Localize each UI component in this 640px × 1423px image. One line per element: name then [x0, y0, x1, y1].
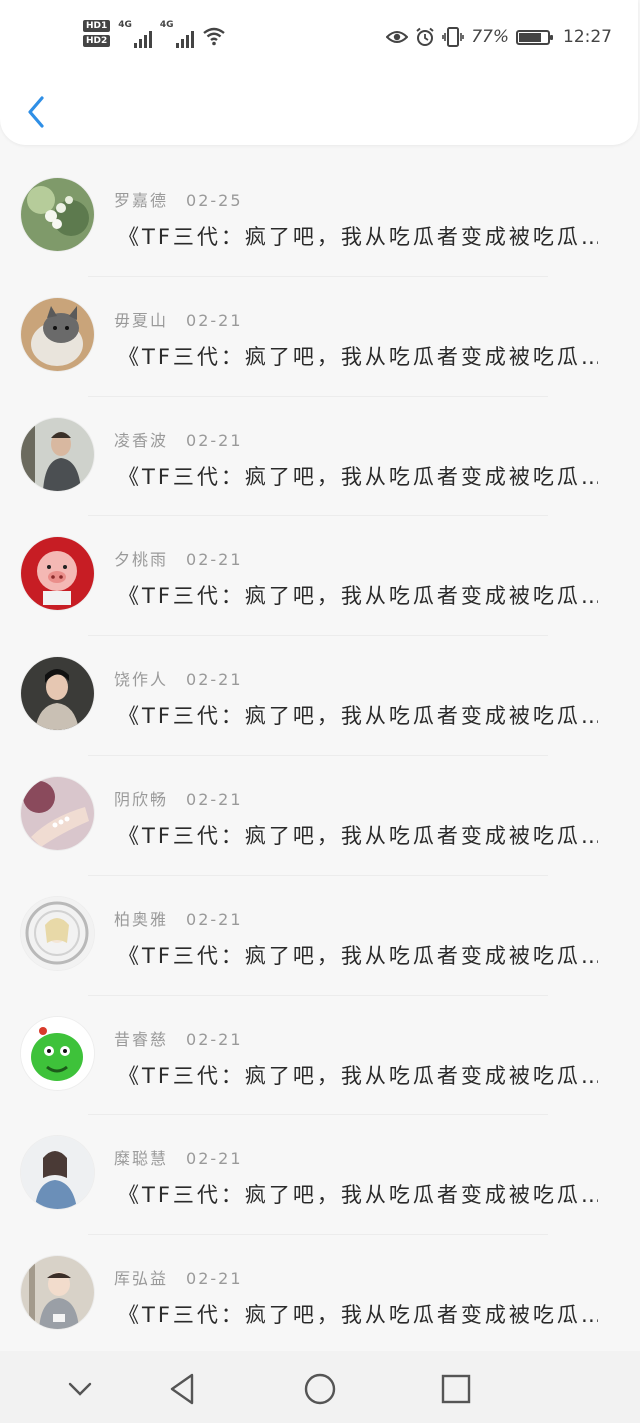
item-meta: 昔睿慈 02-21: [114, 1026, 243, 1050]
item-date: 02-21: [186, 1029, 243, 1049]
list-item[interactable]: 厍弘益 02-21 《TF三代：疯了吧，我从吃瓜者变成被吃瓜…: [0, 1235, 640, 1355]
sim2-bars-icon: [175, 28, 194, 48]
item-date: 02-25: [186, 191, 243, 210]
item-date: 02-21: [186, 310, 243, 330]
message-preview: 《TF三代：疯了吧，我从吃瓜者变成被吃瓜…: [118, 823, 598, 848]
list-item[interactable]: 阴欣畅 02-21 《TF三代：疯了吧，我从吃瓜者变成被吃瓜…: [0, 756, 640, 876]
hd1-badge: HD1: [83, 20, 111, 32]
message-preview: 《TF三代：疯了吧，我从吃瓜者变成被吃瓜…: [118, 464, 598, 489]
nav-down-icon[interactable]: [60, 1369, 100, 1409]
back-chevron-icon[interactable]: [22, 92, 52, 132]
system-nav-bar: [0, 1351, 640, 1423]
item-meta: 罗嘉德 02-25: [114, 187, 243, 211]
avatar[interactable]: [21, 1256, 94, 1330]
avatar[interactable]: [21, 417, 94, 491]
item-date: 02-21: [186, 909, 243, 929]
alarm-icon: [416, 27, 434, 46]
item-meta: 阴欣畅 02-21: [114, 786, 243, 810]
nav-back-icon[interactable]: [164, 1369, 204, 1409]
list-item[interactable]: 昔睿慈 02-21 《TF三代：疯了吧，我从吃瓜者变成被吃瓜…: [0, 996, 640, 1116]
user-name: 凌香波: [114, 430, 169, 450]
message-preview: 《TF三代：疯了吧，我从吃瓜者变成被吃瓜…: [118, 1063, 598, 1088]
item-date: 02-21: [186, 670, 243, 690]
item-date: 02-21: [186, 550, 243, 570]
sim2-network-label: 4G: [159, 20, 174, 30]
wifi-icon: [202, 27, 225, 46]
eye-icon: [386, 31, 409, 43]
message-preview: 《TF三代：疯了吧，我从吃瓜者变成被吃瓜…: [118, 1183, 598, 1208]
message-list: 罗嘉德 02-25 《TF三代：疯了吧，我从吃瓜者变成被吃瓜… 毋夏山 02-21 《TF…: [0, 157, 640, 1355]
avatar[interactable]: [21, 297, 94, 371]
nav-recents-icon[interactable]: [436, 1369, 476, 1409]
message-preview: 《TF三代：疯了吧，我从吃瓜者变成被吃瓜…: [118, 943, 598, 968]
item-meta: 凌香波 02-21: [114, 427, 243, 451]
item-date: 02-21: [186, 789, 243, 809]
user-name: 厍弘益: [114, 1269, 169, 1289]
battery-icon: [516, 29, 553, 45]
item-date: 02-21: [186, 1149, 243, 1169]
list-item[interactable]: 罗嘉德 02-25 《TF三代：疯了吧，我从吃瓜者变成被吃瓜…: [0, 157, 640, 277]
message-preview: 《TF三代：疯了吧，我从吃瓜者变成被吃瓜…: [118, 225, 598, 249]
list-item[interactable]: 夕桃雨 02-21 《TF三代：疯了吧，我从吃瓜者变成被吃瓜…: [0, 516, 640, 637]
status-time: 12:27: [563, 27, 612, 47]
list-item[interactable]: 毋夏山 02-21 《TF三代：疯了吧，我从吃瓜者变成被吃瓜…: [0, 277, 640, 397]
item-meta: 毋夏山 02-21: [114, 307, 243, 331]
item-meta: 柏奥雅 02-21: [114, 906, 243, 930]
message-preview: 《TF三代：疯了吧，我从吃瓜者变成被吃瓜…: [118, 584, 598, 609]
hd2-badge: HD2: [83, 35, 111, 47]
avatar[interactable]: [21, 776, 94, 850]
user-name: 阴欣畅: [114, 789, 169, 809]
item-meta: 饶作人 02-21: [114, 666, 243, 690]
avatar[interactable]: [21, 537, 94, 611]
status-bar: HD1 HD2 4G 4G 77% 12:27: [0, 0, 640, 60]
list-item[interactable]: 糜聪慧 02-21 《TF三代：疯了吧，我从吃瓜者变成被吃瓜…: [0, 1115, 640, 1236]
list-item[interactable]: 柏奥雅 02-21 《TF三代：疯了吧，我从吃瓜者变成被吃瓜…: [0, 876, 640, 996]
item-meta: 夕桃雨 02-21: [114, 546, 243, 570]
message-preview: 《TF三代：疯了吧，我从吃瓜者变成被吃瓜…: [118, 1303, 598, 1328]
item-meta: 糜聪慧 02-21: [114, 1145, 243, 1169]
avatar[interactable]: [21, 896, 94, 970]
user-name: 毋夏山: [114, 310, 169, 330]
message-preview: 《TF三代：疯了吧，我从吃瓜者变成被吃瓜…: [118, 704, 598, 729]
user-name: 罗嘉德: [114, 191, 169, 210]
avatar[interactable]: [21, 1016, 94, 1090]
battery-fill: [519, 32, 541, 42]
avatar[interactable]: [21, 178, 94, 251]
user-name: 柏奥雅: [114, 909, 169, 929]
vibrate-icon: [442, 27, 465, 47]
message-preview: 《TF三代：疯了吧，我从吃瓜者变成被吃瓜…: [118, 344, 598, 369]
list-item[interactable]: 饶作人 02-21 《TF三代：疯了吧，我从吃瓜者变成被吃瓜…: [0, 636, 640, 756]
avatar[interactable]: [21, 1136, 94, 1210]
nav-home-icon[interactable]: [300, 1369, 340, 1409]
status-right-group: 77% 12:27: [386, 26, 612, 48]
sim1-bars-icon: [133, 28, 152, 48]
user-name: 昔睿慈: [114, 1029, 169, 1049]
list-item[interactable]: 凌香波 02-21 《TF三代：疯了吧，我从吃瓜者变成被吃瓜…: [0, 397, 640, 517]
item-date: 02-21: [186, 430, 243, 450]
sim2-signal: 4G: [160, 20, 194, 48]
top-app-bar: HD1 HD2 4G 4G 77% 12:27: [0, 0, 638, 145]
hd-badges: HD1 HD2: [83, 20, 111, 47]
user-name: 糜聪慧: [114, 1149, 169, 1169]
item-meta: 厍弘益 02-21: [114, 1265, 243, 1289]
item-date: 02-21: [186, 1269, 243, 1289]
avatar[interactable]: [21, 657, 94, 731]
user-name: 饶作人: [114, 670, 169, 690]
user-name: 夕桃雨: [114, 550, 169, 570]
sim1-network-label: 4G: [118, 20, 132, 30]
battery-percent: 77%: [471, 27, 509, 47]
signal-group: HD1 HD2 4G 4G: [83, 20, 226, 48]
sim1-signal: 4G: [118, 20, 152, 48]
